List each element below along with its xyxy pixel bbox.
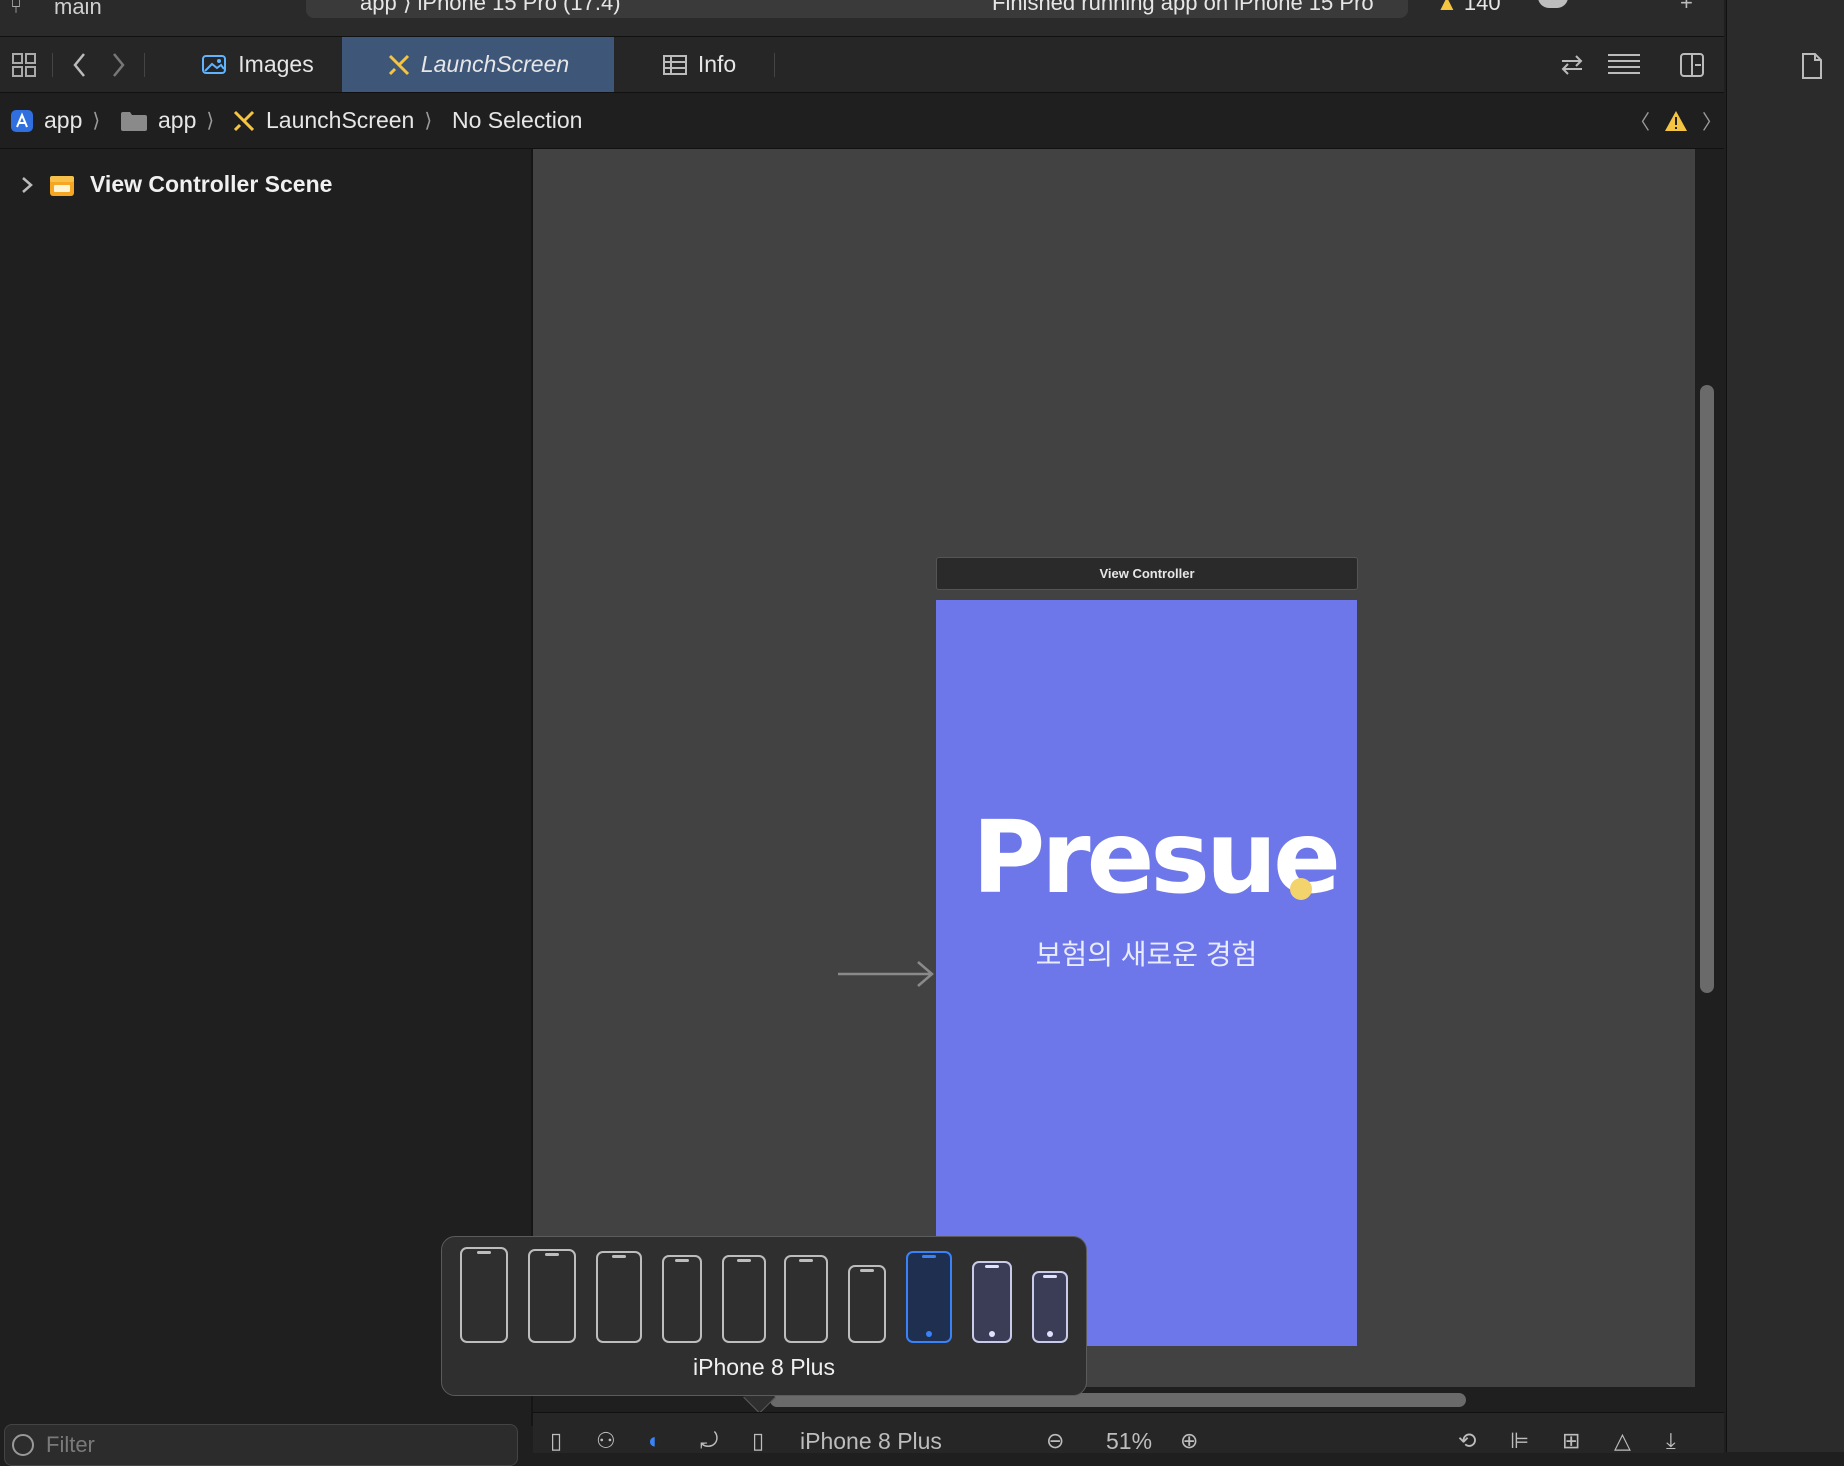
filter-placeholder[interactable]: Filter bbox=[46, 1432, 95, 1458]
device-icon[interactable]: ▯ bbox=[752, 1428, 764, 1454]
inspector-panel bbox=[1726, 0, 1844, 1452]
document-outline: View Controller Scene bbox=[0, 149, 533, 1426]
tab-info[interactable]: Info bbox=[614, 37, 784, 92]
divider bbox=[144, 53, 145, 77]
accessibility-icon[interactable]: ⚇ bbox=[596, 1428, 616, 1454]
breadcrumb-label: app bbox=[44, 107, 83, 133]
outline-row-view-controller-scene[interactable]: View Controller Scene bbox=[20, 171, 332, 198]
device-option[interactable] bbox=[1032, 1271, 1068, 1343]
device-option[interactable] bbox=[972, 1261, 1012, 1343]
breadcrumb-label: app bbox=[158, 107, 197, 133]
vertical-scrollbar[interactable] bbox=[1700, 385, 1714, 993]
branch-name[interactable]: main bbox=[54, 0, 102, 20]
update-frames-icon[interactable]: ⟲ bbox=[1458, 1428, 1476, 1454]
resolve-issues-icon[interactable]: △ bbox=[1614, 1428, 1631, 1454]
swap-icon[interactable] bbox=[1552, 37, 1592, 92]
scheme-selector[interactable]: app ⟩ iPhone 15 Pro (17.4) bbox=[360, 0, 621, 16]
grid-icon[interactable] bbox=[4, 37, 44, 92]
device-picker-label: iPhone 8 Plus bbox=[693, 1354, 835, 1380]
tab-label: LaunchScreen bbox=[420, 51, 570, 77]
cloud-icon[interactable] bbox=[1538, 0, 1568, 8]
breadcrumb-selection[interactable]: No Selection bbox=[452, 93, 582, 148]
table-icon bbox=[662, 54, 687, 75]
filter-icon bbox=[12, 1434, 34, 1456]
tab-label: Info bbox=[697, 51, 737, 77]
warning-count[interactable]: ▲ 140 bbox=[1436, 0, 1501, 16]
editor-options-icon[interactable] bbox=[1604, 37, 1644, 92]
app-project-icon bbox=[11, 109, 33, 132]
tab-bar: Images LaunchScreen Info bbox=[0, 37, 1724, 93]
breadcrumb-label: LaunchScreen bbox=[266, 107, 415, 133]
add-editor-icon[interactable] bbox=[1672, 37, 1712, 92]
orientation-icon[interactable]: ⤾ bbox=[700, 1428, 718, 1454]
file-inspector-icon[interactable] bbox=[1801, 52, 1823, 80]
branch-icon: ⑂ bbox=[10, 0, 22, 18]
tab-images[interactable]: Images bbox=[172, 37, 342, 92]
divider bbox=[774, 53, 775, 77]
chevron-right-icon: ⟩ bbox=[206, 110, 215, 132]
device-option[interactable] bbox=[596, 1251, 642, 1343]
device-option[interactable] bbox=[460, 1247, 508, 1343]
back-icon[interactable] bbox=[60, 37, 100, 92]
issue-navigator: 〈 〉 bbox=[1630, 93, 1722, 148]
appearance-icon[interactable]: ◐ bbox=[648, 1428, 661, 1454]
zoom-in-icon[interactable]: ⊕ bbox=[1180, 1428, 1198, 1454]
logo-dot bbox=[1290, 878, 1312, 900]
zoom-level[interactable]: 51% bbox=[1106, 1428, 1152, 1455]
scene-icon bbox=[50, 175, 74, 196]
device-option[interactable] bbox=[784, 1255, 828, 1343]
device-option[interactable] bbox=[662, 1255, 702, 1343]
chevron-left-icon[interactable]: 〈 bbox=[1630, 106, 1650, 135]
entry-point-arrow-icon[interactable] bbox=[838, 958, 936, 990]
add-constraints-icon[interactable]: ⊞ bbox=[1562, 1428, 1580, 1454]
divider bbox=[52, 53, 53, 77]
photo-icon bbox=[202, 54, 227, 74]
forward-icon[interactable] bbox=[98, 37, 138, 92]
view-controller-screen[interactable] bbox=[936, 600, 1357, 1346]
device-picker-popover: iPhone 8 Plus bbox=[441, 1236, 1087, 1396]
view-controller-title-bar[interactable]: View Controller bbox=[936, 557, 1358, 590]
breadcrumb-folder[interactable]: app ⟩ bbox=[120, 93, 214, 148]
warning-icon: ▲ bbox=[1436, 0, 1458, 15]
window-toolbar: ⑂ main app ⟩ iPhone 15 Pro (17.4) Finish… bbox=[0, 0, 1724, 37]
align-icon[interactable]: ⊫ bbox=[1510, 1428, 1529, 1454]
toggle-outline-icon[interactable]: ▯ bbox=[550, 1428, 562, 1454]
jump-bar: app ⟩ app ⟩ LaunchScreen ⟩ No Selection … bbox=[0, 93, 1724, 149]
storyboard-icon bbox=[233, 110, 255, 131]
outline-label: View Controller Scene bbox=[90, 171, 333, 197]
tab-label: Images bbox=[238, 51, 314, 77]
run-status: Finished running app on iPhone 15 Pro bbox=[992, 0, 1374, 15]
device-option[interactable] bbox=[848, 1265, 886, 1343]
breadcrumb-project[interactable]: app ⟩ bbox=[10, 93, 100, 148]
device-option[interactable] bbox=[722, 1255, 766, 1343]
warning-count-label: 140 bbox=[1463, 0, 1501, 15]
tab-launchscreen[interactable]: LaunchScreen bbox=[342, 37, 614, 92]
add-icon[interactable]: + bbox=[1680, 0, 1693, 16]
zoom-out-icon[interactable]: ⊖ bbox=[1046, 1428, 1064, 1454]
chevron-right-icon[interactable]: 〉 bbox=[1702, 106, 1722, 135]
embed-in-icon[interactable]: ⤓ bbox=[1666, 1428, 1676, 1454]
disclosure-chevron-icon[interactable] bbox=[20, 175, 34, 195]
chevron-right-icon: ⟩ bbox=[424, 110, 433, 132]
folder-icon bbox=[121, 111, 147, 131]
device-option-selected[interactable] bbox=[906, 1251, 952, 1343]
device-option[interactable] bbox=[528, 1249, 576, 1343]
breadcrumb-file[interactable]: LaunchScreen ⟩ bbox=[232, 93, 432, 148]
chevron-right-icon: ⟩ bbox=[92, 110, 101, 132]
warning-icon[interactable] bbox=[1664, 110, 1688, 132]
storyboard-icon bbox=[388, 54, 409, 75]
app-logo: Presue bbox=[972, 799, 1341, 916]
device-name-button[interactable]: iPhone 8 Plus bbox=[800, 1428, 942, 1455]
tagline-label: 보험의 새로운 경험 bbox=[1035, 939, 1258, 970]
breadcrumb-label: No Selection bbox=[452, 107, 583, 133]
